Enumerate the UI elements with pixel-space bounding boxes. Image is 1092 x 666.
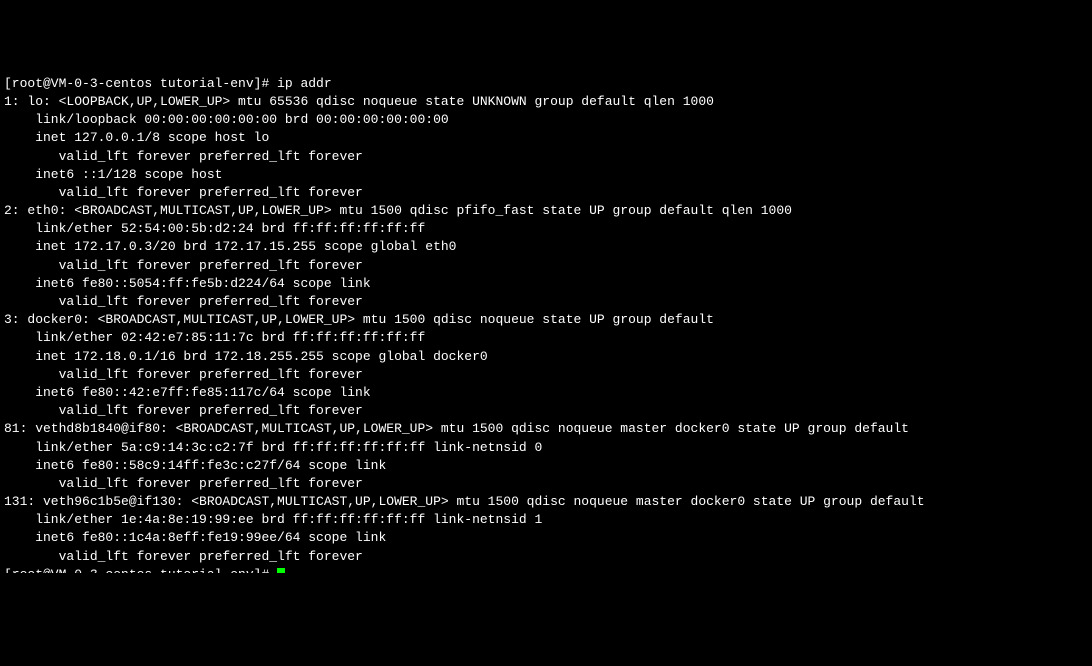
shell-prompt: [root@VM-0-3-centos tutorial-env]# xyxy=(4,567,277,573)
prompt-line: [root@VM-0-3-centos tutorial-env]# ip ad… xyxy=(4,75,1088,93)
interface-detail-line: inet 172.18.0.1/16 brd 172.18.255.255 sc… xyxy=(4,348,1088,366)
interface-detail-line: valid_lft forever preferred_lft forever xyxy=(4,293,1088,311)
interface-detail-line: inet6 fe80::1c4a:8eff:fe19:99ee/64 scope… xyxy=(4,529,1088,547)
interface-header: 81: vethd8b1840@if80: <BROADCAST,MULTICA… xyxy=(4,420,1088,438)
interface-detail-line: inet6 fe80::42:e7ff:fe85:117c/64 scope l… xyxy=(4,384,1088,402)
interface-detail-line: valid_lft forever preferred_lft forever xyxy=(4,548,1088,566)
terminal-output[interactable]: [root@VM-0-3-centos tutorial-env]# ip ad… xyxy=(4,75,1088,573)
next-prompt-line[interactable]: [root@VM-0-3-centos tutorial-env]# xyxy=(4,566,1088,573)
command-text: ip addr xyxy=(269,76,331,91)
interface-header: 2: eth0: <BROADCAST,MULTICAST,UP,LOWER_U… xyxy=(4,202,1088,220)
interface-detail-line: inet6 fe80::5054:ff:fe5b:d224/64 scope l… xyxy=(4,275,1088,293)
interface-detail-line: link/loopback 00:00:00:00:00:00 brd 00:0… xyxy=(4,111,1088,129)
interface-header: 1: lo: <LOOPBACK,UP,LOWER_UP> mtu 65536 … xyxy=(4,93,1088,111)
interface-detail-line: valid_lft forever preferred_lft forever xyxy=(4,402,1088,420)
interface-detail-line: inet6 fe80::58c9:14ff:fe3c:c27f/64 scope… xyxy=(4,457,1088,475)
cursor-icon xyxy=(277,568,285,573)
interface-detail-line: link/ether 5a:c9:14:3c:c2:7f brd ff:ff:f… xyxy=(4,439,1088,457)
shell-prompt: [root@VM-0-3-centos tutorial-env]# xyxy=(4,76,269,91)
interface-detail-line: inet 172.17.0.3/20 brd 172.17.15.255 sco… xyxy=(4,238,1088,256)
interface-detail-line: inet 127.0.0.1/8 scope host lo xyxy=(4,129,1088,147)
interface-header: 3: docker0: <BROADCAST,MULTICAST,UP,LOWE… xyxy=(4,311,1088,329)
interface-detail-line: valid_lft forever preferred_lft forever xyxy=(4,184,1088,202)
interface-detail-line: valid_lft forever preferred_lft forever xyxy=(4,475,1088,493)
interface-header: 131: veth96c1b5e@if130: <BROADCAST,MULTI… xyxy=(4,493,1088,511)
interface-detail-line: valid_lft forever preferred_lft forever xyxy=(4,257,1088,275)
interface-detail-line: link/ether 02:42:e7:85:11:7c brd ff:ff:f… xyxy=(4,329,1088,347)
interface-detail-line: valid_lft forever preferred_lft forever xyxy=(4,148,1088,166)
interface-detail-line: link/ether 52:54:00:5b:d2:24 brd ff:ff:f… xyxy=(4,220,1088,238)
interface-detail-line: valid_lft forever preferred_lft forever xyxy=(4,366,1088,384)
interface-detail-line: link/ether 1e:4a:8e:19:99:ee brd ff:ff:f… xyxy=(4,511,1088,529)
interface-detail-line: inet6 ::1/128 scope host xyxy=(4,166,1088,184)
